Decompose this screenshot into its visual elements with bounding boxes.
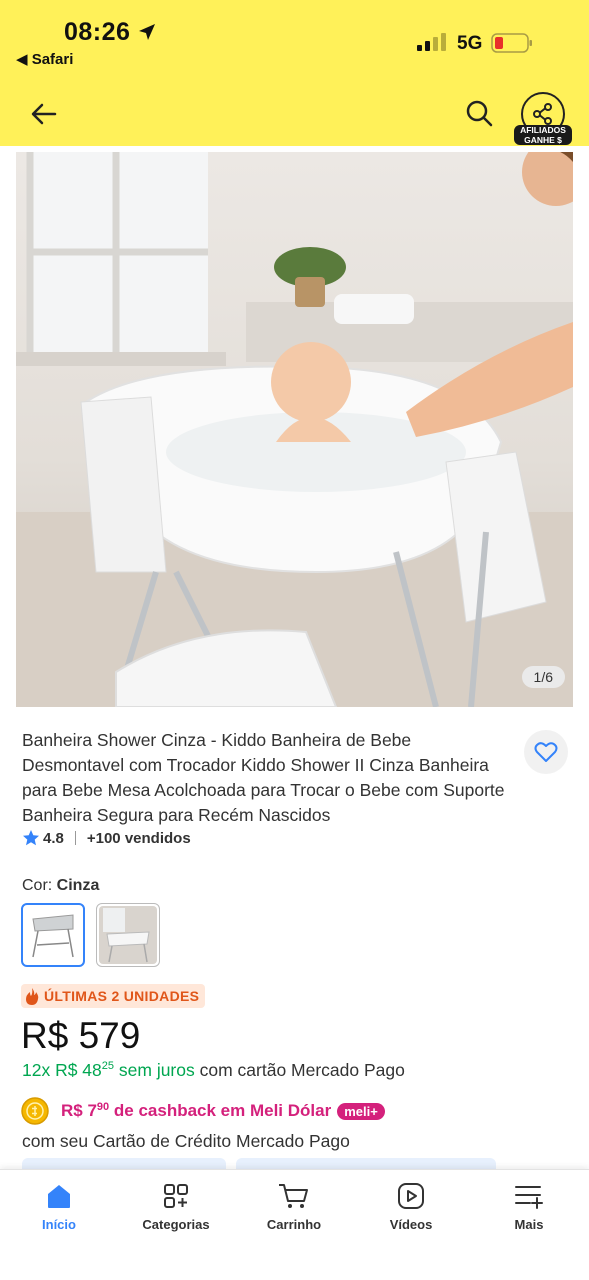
credit-card-line: com seu Cartão de Crédito Mercado Pago: [22, 1131, 350, 1151]
fire-icon: [26, 987, 39, 1005]
nav-item-inicio[interactable]: Início: [9, 1182, 109, 1232]
divider: [74, 831, 76, 845]
affiliate-badge-line2: GANHE $: [524, 134, 562, 145]
color-value: Cinza: [56, 877, 100, 894]
favorite-button[interactable]: [524, 730, 568, 774]
cashback-text: R$ 790 de cashback em Meli Dólar: [61, 1101, 331, 1121]
meli-plus-badge: meli+: [337, 1102, 385, 1120]
installments-interest: sem juros: [114, 1060, 195, 1080]
nav-item-carrinho[interactable]: Carrinho: [244, 1182, 344, 1232]
product-image[interactable]: 1/6: [16, 152, 573, 707]
nav-item-mais[interactable]: Mais: [479, 1182, 579, 1232]
price: R$ 579: [21, 1015, 141, 1056]
installments-cents: 25: [101, 1060, 115, 1072]
rating-value: 4.8: [43, 829, 64, 847]
swatch-thumbnail: [99, 906, 157, 964]
product-title: Banheira Shower Cinza - Kiddo Banheira d…: [22, 730, 505, 825]
heart-icon: [534, 742, 558, 762]
video-icon: [398, 1183, 424, 1209]
cart-icon: [279, 1184, 308, 1208]
nav-label: Mais: [514, 1217, 544, 1232]
product-photo: [16, 152, 573, 707]
color-label: Cor: Cinza: [22, 877, 99, 895]
color-swatch[interactable]: [96, 903, 160, 967]
more-icon: [515, 1186, 543, 1209]
signal-icon: [417, 33, 446, 51]
rating-row[interactable]: 4.8 +100 vendidos: [22, 829, 191, 847]
cashback-suffix: de cashback em Meli Dólar: [109, 1101, 332, 1120]
back-arrow-icon[interactable]: [28, 100, 60, 128]
star-icon: [23, 830, 39, 846]
color-swatch-selected[interactable]: [21, 903, 85, 967]
home-icon: [48, 1185, 70, 1208]
location-arrow-icon: [139, 24, 155, 40]
color-label-prefix: Cor:: [22, 877, 57, 894]
nav-label: Início: [42, 1217, 76, 1232]
back-to-safari-link[interactable]: ◀ Safari: [16, 50, 73, 68]
stock-badge: ÚLTIMAS 2 UNIDADES: [21, 984, 206, 1008]
nav-label: Vídeos: [389, 1217, 433, 1232]
nav-item-videos[interactable]: Vídeos: [361, 1182, 461, 1232]
nav-label: Carrinho: [266, 1217, 322, 1232]
cashback-row: R$ 790 de cashback em Meli Dólar meli+: [21, 1097, 385, 1125]
search-icon[interactable]: [463, 97, 495, 129]
cashback-cents: 90: [96, 1101, 110, 1113]
stock-badge-text: ÚLTIMAS 2 UNIDADES: [44, 988, 200, 1004]
installments-card: com cartão Mercado Pago: [194, 1060, 405, 1080]
swatch-thumbnail: [32, 914, 74, 958]
installments: 12x R$ 4825 sem juros com cartão Mercado…: [22, 1060, 405, 1081]
app-header: 08:26 ◀ Safari 5G AFILIADOS GANHE $: [0, 0, 589, 146]
nav-item-categorias[interactable]: Categorias: [126, 1182, 226, 1232]
image-counter: 1/6: [521, 666, 565, 688]
sold-count: +100 vendidos: [86, 829, 191, 847]
bottom-navigation: Início Categorias Carrinho Vídeos Mais: [0, 1169, 589, 1280]
coin-icon: [21, 1097, 49, 1125]
network-type: 5G: [457, 33, 483, 54]
nav-label: Categorias: [142, 1217, 210, 1232]
categories-icon: [164, 1184, 188, 1208]
installments-amount: 12x R$ 48: [22, 1060, 102, 1080]
battery-icon: [491, 33, 532, 53]
affiliate-badge[interactable]: AFILIADOS GANHE $: [514, 125, 572, 145]
share-icon: [533, 103, 552, 125]
cashback-amount: R$ 7: [61, 1101, 97, 1120]
status-time: 08:26: [64, 18, 131, 46]
